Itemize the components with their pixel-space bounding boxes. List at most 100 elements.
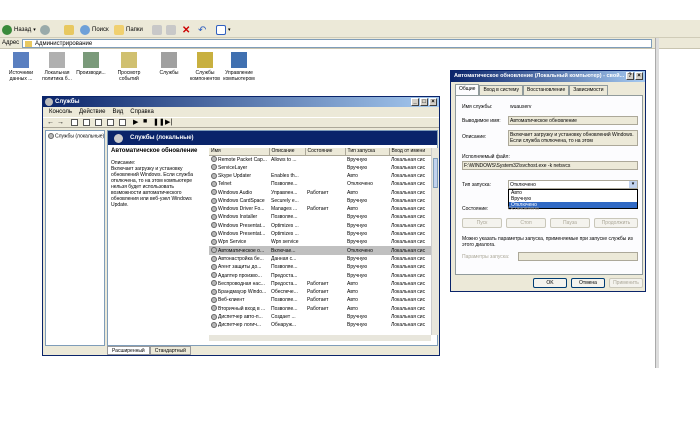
table-cell: Вручную [345, 213, 389, 221]
menu-action[interactable]: Действие [79, 107, 105, 117]
tool-item[interactable]: Производи... [74, 52, 108, 76]
tool-item[interactable]: Управление компьютером [222, 52, 256, 82]
search-button[interactable]: Поиск [80, 24, 109, 36]
explorer-scrollbar[interactable] [655, 38, 659, 368]
tab-dependencies[interactable]: Зависимости [569, 85, 608, 95]
up-folder-button[interactable] [64, 24, 74, 36]
tab-standard[interactable]: Стандартный [149, 346, 191, 355]
column-header[interactable]: Тип запуска [345, 148, 390, 156]
database-icon [13, 52, 29, 68]
table-row[interactable]: Windows Installer Позволяе... Вручную Локал… [209, 213, 431, 221]
play-icon[interactable]: ▶ [133, 118, 138, 126]
cell-text: Авто [347, 206, 358, 213]
params-input[interactable] [518, 252, 638, 261]
table-row[interactable]: Windows Presentat... Optimizes ... Вручную… [209, 230, 431, 238]
table-row[interactable]: Вторичный вход в ... Позволяе... Работает А… [209, 305, 431, 313]
delete-button[interactable]: ✕ [182, 24, 190, 36]
table-cell [305, 246, 345, 255]
minimize-button[interactable]: _ [411, 98, 419, 106]
cell-text: Позволяе... [271, 297, 298, 304]
pause-button[interactable]: Пауза [550, 218, 590, 228]
table-vertical-scrollbar[interactable] [431, 148, 438, 335]
table-row[interactable]: Диспетчер авто-п... Создает ... Вручную Лок… [209, 313, 431, 321]
table-row[interactable]: Wpn Service Wpn service Вручную Локальная с… [209, 238, 431, 246]
column-header[interactable]: Состояние [305, 148, 346, 156]
menu-help[interactable]: Справка [130, 107, 154, 117]
scroll-thumb[interactable] [433, 158, 438, 188]
views-button[interactable]: ▾ [216, 24, 231, 36]
export-icon[interactable] [107, 119, 114, 126]
table-cell: Remote Packet Cap... [209, 155, 269, 164]
resume-button[interactable]: Продолжить [594, 218, 638, 228]
table-cell: Включае... [269, 246, 305, 255]
column-header[interactable]: Описание [269, 148, 306, 156]
folders-button[interactable]: Папки [114, 24, 143, 36]
properties-icon[interactable] [83, 119, 90, 126]
back-arrow-icon[interactable]: ← [47, 119, 54, 126]
table-row[interactable]: Remote Packet Cap... Allows to ... Вручную… [209, 155, 431, 164]
menu-console[interactable]: Консоль [49, 107, 72, 117]
tool-item[interactable]: Службы компонентов [188, 52, 222, 82]
table-row[interactable]: Telnet Позволяе... Отключено Локальная сис [209, 180, 431, 188]
table-cell [305, 155, 345, 164]
apply-button[interactable]: Применить [609, 278, 643, 288]
tool-item[interactable]: Источники данных ... [4, 52, 38, 82]
refresh-icon[interactable] [95, 119, 102, 126]
table-row[interactable]: Автоматическое о... Включае... Отключено Ло… [209, 246, 431, 255]
table-row[interactable]: Диспетчер логич... Обнаруж... Вручную Локал… [209, 321, 431, 329]
tab-general[interactable]: Общие [455, 84, 480, 95]
tab-logon[interactable]: Вход в систему [479, 85, 523, 95]
dialog-close-button[interactable]: × [635, 72, 643, 80]
tool-item[interactable]: Просмотр событий [112, 52, 146, 82]
tool-item[interactable]: Локальная политика б... [40, 52, 74, 82]
tool-item[interactable]: Службы [152, 52, 186, 76]
start-button[interactable]: Пуск [462, 218, 502, 228]
back-button[interactable]: Назад ▾ [2, 24, 36, 36]
description-field[interactable]: Включает загрузку и установку обновлений… [508, 130, 638, 146]
pause-icon[interactable]: ❚❚ [153, 118, 165, 126]
dialog-titlebar[interactable]: Автоматическое обновление (Локальный ком… [451, 71, 645, 82]
menu-view[interactable]: Вид [112, 107, 123, 117]
table-row[interactable]: Windows Driver Fo... Manages ... Работает А… [209, 205, 431, 213]
table-cell: Securely e... [269, 197, 305, 205]
cancel-button[interactable]: Отмена [571, 278, 605, 288]
console-tree-icon[interactable] [71, 119, 78, 126]
forward-arrow-icon[interactable]: → [57, 119, 64, 126]
exe-path-field[interactable]: F:\WINDOWS\System32\svchost.exe -k netsv… [462, 161, 638, 170]
chevron-down-icon[interactable]: ▾ [629, 181, 637, 188]
table-horizontal-scrollbar[interactable] [209, 335, 431, 341]
display-name-field[interactable]: Автоматическое обновление [508, 116, 638, 125]
undo-button[interactable]: ↶ [198, 24, 206, 36]
table-row[interactable]: Агент защиты до... Позволяе... Вручную Лока… [209, 263, 431, 271]
table-row[interactable]: Брандмауэр Windo... Обеспече... Работает Ав… [209, 288, 431, 296]
restart-icon[interactable]: ▶| [165, 118, 172, 126]
table-row[interactable]: Windows CardSpace Securely e... Вручную Лок… [209, 197, 431, 205]
table-row[interactable]: Автонастройка бе... Данная с... Вручную Лок… [209, 255, 431, 263]
address-input[interactable]: Администрирование [22, 39, 652, 48]
help-icon[interactable] [119, 119, 126, 126]
column-header[interactable]: Вход от имени [389, 148, 431, 156]
table-row[interactable]: Адаптер произво... Предоста... Вручную Лока… [209, 271, 431, 279]
table-row[interactable]: Windows Presentat... Optimizes ... Вручную… [209, 222, 431, 230]
close-button[interactable]: × [429, 98, 437, 106]
table-row[interactable]: Skype Updater Enables th... Авто Локальная … [209, 172, 431, 180]
stop-icon[interactable]: ■ [143, 118, 147, 125]
forward-button[interactable] [40, 24, 50, 36]
table-row[interactable]: Беспроводная нас... Предоста... Работает Ав… [209, 280, 431, 288]
maximize-button[interactable]: □ [420, 98, 428, 106]
tree-item-local-services[interactable]: Службы (локальные) [46, 131, 104, 141]
column-header[interactable]: Имя [209, 148, 270, 156]
copy-to-button[interactable] [166, 24, 176, 36]
tab-extended[interactable]: Расширенный [107, 346, 150, 355]
help-button[interactable]: ? [626, 72, 634, 80]
ok-button[interactable]: OK [533, 278, 567, 288]
table-row[interactable]: ServiceLayer Вручную Локальная сис [209, 164, 431, 172]
move-to-button[interactable] [152, 24, 162, 36]
table-row[interactable]: Веб-клиент Позволяе... Работает Авто Локальн… [209, 296, 431, 304]
stop-button[interactable]: Стоп [506, 218, 546, 228]
cell-text: Локальная сис [391, 305, 426, 312]
startup-type-select[interactable]: Отключено ▾ [508, 180, 638, 189]
services-titlebar[interactable]: Службы _ □ × [43, 97, 439, 107]
tab-recovery[interactable]: Восстановление [523, 85, 570, 95]
table-row[interactable]: Windows Audio Управлен... Работает Авто Лока… [209, 188, 431, 196]
